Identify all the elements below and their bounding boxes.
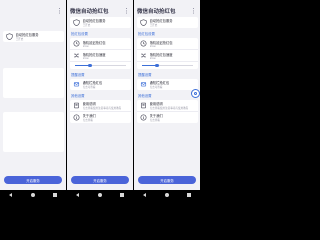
- app-header: 微信自动抢红包 ⋮: [67, 5, 133, 17]
- guide-subtitle: 点击查看使用注意事项与使用教程: [149, 107, 189, 110]
- home-icon[interactable]: [97, 193, 102, 197]
- blank-card-2: [2, 112, 64, 152]
- phone-screen-3: 微信自动抢红包 ⋮ 自动抢红包服务 已开启 抢红包设置 随机延迟抢红包 Slow…: [134, 0, 200, 200]
- info-icon: [73, 114, 79, 121]
- settings-card: 随机延迟抢红包 Slow 随机抢红包速度 Slow: [69, 38, 131, 69]
- notification-row[interactable]: 通知栏抢红包 点击可查看: [70, 79, 131, 90]
- shield-icon: [72, 19, 80, 26]
- settings-card: 随机延迟抢红包 Slow 随机抢红包速度 Slow: [136, 38, 198, 69]
- float-circle-icon[interactable]: [191, 89, 200, 98]
- service-subtitle: 已开启: [82, 24, 91, 27]
- start-service-label: 开启服务: [26, 178, 40, 183]
- overflow-menu-icon[interactable]: ⋮: [190, 7, 197, 15]
- book-icon: [140, 102, 146, 109]
- notification-row[interactable]: 通知栏抢红包 点击可查看: [137, 79, 198, 90]
- service-row[interactable]: 自动抢红包服务 已开启: [137, 17, 198, 28]
- shield-icon: [139, 19, 147, 26]
- system-nav-bar: [134, 190, 200, 200]
- feedback-subtitle: 点击查看: [149, 119, 160, 122]
- service-subtitle: 已开启: [149, 24, 158, 27]
- speed-row[interactable]: 随机抢红包速度 Slow: [136, 50, 198, 62]
- start-service-button[interactable]: 开启服务: [138, 176, 196, 184]
- service-card: 自动抢红包服务 已开启: [136, 17, 198, 28]
- service-card: 自动抢红包服务 已开启: [69, 17, 131, 28]
- bell-icon: [140, 82, 146, 87]
- back-icon[interactable]: [76, 193, 80, 197]
- delay-subtitle: Slow: [82, 44, 89, 48]
- section-settings: 抢红包设置: [71, 32, 88, 36]
- delay-subtitle: Slow: [149, 44, 156, 48]
- feedback-row[interactable]: 关于我们 点击查看: [137, 112, 198, 123]
- service-row[interactable]: 自动抢红包服务 已开启: [3, 31, 64, 42]
- home-icon[interactable]: [30, 193, 35, 197]
- notification-subtitle: 点击可查看: [149, 86, 163, 89]
- service-row[interactable]: 自动抢红包服务 已开启: [70, 17, 131, 28]
- speed-slider[interactable]: [74, 62, 126, 69]
- back-icon[interactable]: [143, 193, 147, 197]
- guide-subtitle: 点击查看使用注意事项与使用教程: [82, 107, 122, 110]
- clock-icon: [140, 40, 146, 47]
- speed-subtitle: Slow: [82, 56, 89, 60]
- service-subtitle: 已开启: [15, 38, 24, 41]
- start-service-button[interactable]: 开启服务: [71, 176, 129, 184]
- overflow-menu-icon[interactable]: ⋮: [56, 7, 63, 15]
- delay-row[interactable]: 随机延迟抢红包 Slow: [69, 38, 131, 50]
- app-title: 微信自动抢红包: [137, 9, 176, 15]
- start-service-label: 开启服务: [160, 178, 174, 183]
- system-nav-bar: [0, 190, 66, 200]
- app-header: 微信自动抢红包 ⋮: [0, 5, 66, 17]
- system-nav-bar: [67, 190, 133, 200]
- slider-knob[interactable]: [88, 63, 92, 68]
- speed-row[interactable]: 随机抢红包速度 Slow: [69, 50, 131, 62]
- shuffle-icon: [73, 53, 79, 58]
- speed-slider[interactable]: [141, 62, 193, 69]
- section-notify: 提醒设置: [71, 73, 85, 77]
- section-others: 其他设置: [71, 94, 85, 98]
- shuffle-icon: [140, 53, 146, 58]
- app-title: 微信自动抢红包: [70, 9, 109, 15]
- back-icon[interactable]: [9, 193, 13, 197]
- start-service-label: 开启服务: [93, 178, 107, 183]
- guide-row[interactable]: 使用说明 点击查看使用注意事项与使用教程: [136, 100, 198, 112]
- delay-row[interactable]: 随机延迟抢红包 Slow: [136, 38, 198, 50]
- home-icon[interactable]: [164, 193, 169, 197]
- service-card: 自动抢红包服务 已开启: [2, 31, 64, 42]
- clock-icon: [73, 40, 79, 47]
- feedback-row[interactable]: 关于我们 点击查看: [70, 112, 131, 123]
- section-settings: 抢红包设置: [138, 32, 155, 36]
- notification-subtitle: 点击可查看: [82, 86, 96, 89]
- shield-icon: [5, 33, 13, 40]
- others-card: 使用说明 点击查看使用注意事项与使用教程 关于我们 点击查看: [69, 100, 131, 123]
- notify-card: 通知栏抢红包 点击可查看: [69, 79, 131, 90]
- speed-subtitle: Slow: [149, 56, 156, 60]
- notify-card: 通知栏抢红包 点击可查看: [136, 79, 198, 90]
- float-circle-dot: [194, 92, 198, 96]
- phone-screen-2: 微信自动抢红包 ⋮ 自动抢红包服务 已开启 抢红包设置 随机延迟抢红包 Slow…: [67, 0, 133, 200]
- recents-icon[interactable]: [53, 193, 57, 197]
- phone-screen-1: 微信自动抢红包 ⋮ 自动抢红包服务 已开启 开启服务: [0, 0, 66, 200]
- book-icon: [73, 102, 79, 109]
- guide-row[interactable]: 使用说明 点击查看使用注意事项与使用教程: [69, 100, 131, 112]
- bell-icon: [73, 82, 79, 87]
- slider-knob[interactable]: [155, 63, 159, 68]
- app-header: 微信自动抢红包 ⋮: [134, 5, 200, 17]
- others-card: 使用说明 点击查看使用注意事项与使用教程 关于我们 点击查看: [136, 100, 198, 123]
- section-notify: 提醒设置: [138, 73, 152, 77]
- recents-icon[interactable]: [187, 193, 191, 197]
- blank-card: [2, 68, 64, 98]
- recents-icon[interactable]: [120, 193, 124, 197]
- feedback-subtitle: 点击查看: [82, 119, 93, 122]
- overflow-menu-icon[interactable]: ⋮: [123, 7, 130, 15]
- start-service-button[interactable]: 开启服务: [4, 176, 62, 184]
- info-icon: [140, 114, 146, 121]
